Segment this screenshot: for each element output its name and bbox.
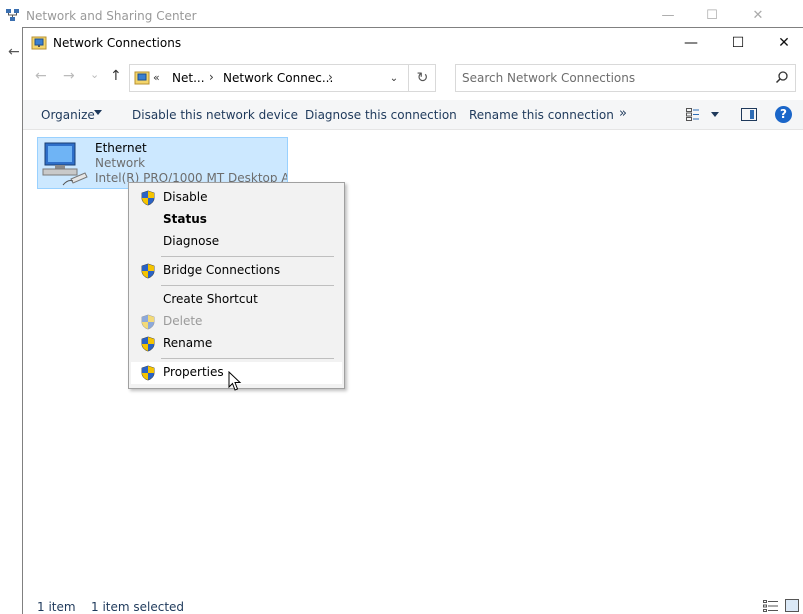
uac-shield-icon [141, 314, 155, 330]
network-connections-icon [31, 36, 47, 50]
breadcrumb-separator[interactable]: › [209, 70, 214, 84]
diagnose-connection-button[interactable]: Diagnose this connection [305, 108, 457, 122]
search-box[interactable] [455, 64, 796, 92]
maximize-button[interactable]: ☐ [715, 28, 761, 58]
search-icon[interactable] [775, 70, 789, 84]
background-window-title: Network and Sharing Center [26, 9, 197, 23]
connection-status: Network [95, 156, 146, 170]
more-commands-button[interactable]: » [619, 106, 627, 121]
uac-shield-icon [141, 190, 155, 206]
menu-item-label: Diagnose [163, 234, 220, 248]
menu-item-label: Create Shortcut [163, 292, 258, 306]
forward-button[interactable]: → [63, 68, 75, 84]
menu-item-label: Delete [163, 314, 203, 328]
recent-locations-button[interactable]: ⌄ [90, 68, 99, 81]
disable-device-button[interactable]: Disable this network device [132, 108, 298, 122]
background-back-button[interactable]: ← [8, 44, 20, 60]
menu-item-label: Disable [163, 190, 208, 204]
menu-item-label: Bridge Connections [163, 263, 281, 277]
close-button[interactable]: ✕ [761, 28, 803, 58]
background-close-button[interactable]: ✕ [735, 6, 781, 26]
menu-item-create-shortcut[interactable]: Create Shortcut [131, 289, 342, 311]
network-sharing-icon [6, 9, 19, 21]
menu-separator [161, 358, 334, 359]
up-button[interactable]: ↑ [110, 68, 122, 84]
menu-item-label: Rename [163, 336, 213, 350]
menu-separator [161, 285, 334, 286]
menu-item-label: Status [163, 212, 207, 226]
breadcrumb-network-connections[interactable]: Network Connec... [223, 71, 333, 85]
title-bar[interactable]: Network Connections — ☐ ✕ [23, 28, 803, 58]
context-menu: Disable Status Diagnose Bridge Connectio… [128, 182, 345, 389]
menu-item-status[interactable]: Status [131, 209, 342, 231]
breadcrumb-separator[interactable]: › [328, 70, 333, 84]
address-overflow-button[interactable]: « [153, 71, 160, 84]
search-input[interactable] [462, 69, 762, 87]
background-minimize-button[interactable]: — [645, 6, 691, 26]
chevron-down-icon[interactable] [94, 110, 102, 115]
connection-name: Ethernet [95, 141, 147, 155]
menu-item-bridge-connections[interactable]: Bridge Connections [131, 260, 342, 282]
window-title: Network Connections [53, 36, 182, 50]
menu-item-disable[interactable]: Disable [131, 187, 342, 209]
address-bar[interactable]: « Net... › Network Connec... › ⌄ ↻ [129, 64, 436, 92]
breadcrumb-network[interactable]: Net... [172, 71, 205, 85]
help-icon[interactable]: ? [775, 106, 792, 123]
menu-item-rename[interactable]: Rename [131, 333, 342, 355]
network-connections-icon [134, 71, 150, 85]
item-count: 1 item [37, 600, 76, 614]
menu-item-diagnose[interactable]: Diagnose [131, 231, 342, 253]
menu-item-delete: Delete [131, 311, 342, 333]
preview-pane-icon[interactable] [741, 108, 757, 121]
uac-shield-icon [141, 336, 155, 352]
status-bar: 1 item 1 item selected [23, 598, 803, 614]
back-button[interactable]: ← [35, 68, 47, 84]
mouse-pointer-icon [228, 371, 242, 391]
organize-button[interactable]: Organize [41, 108, 95, 122]
uac-shield-icon [141, 365, 155, 381]
change-view-icon[interactable] [686, 108, 700, 121]
chevron-down-icon[interactable] [711, 112, 719, 117]
menu-item-label: Properties [163, 365, 224, 379]
tiles-view-icon[interactable] [785, 599, 799, 612]
refresh-button[interactable]: ↻ [408, 65, 436, 91]
minimize-button[interactable]: — [668, 28, 714, 58]
rename-connection-button[interactable]: Rename this connection [469, 108, 614, 122]
selected-count: 1 item selected [91, 600, 185, 614]
details-view-icon[interactable] [763, 600, 779, 612]
command-bar: Organize Disable this network device Dia… [23, 100, 803, 130]
uac-shield-icon [141, 263, 155, 279]
background-maximize-button[interactable]: ☐ [689, 6, 735, 26]
network-adapter-icon [42, 142, 88, 186]
address-dropdown-button[interactable]: ⌄ [384, 69, 404, 89]
menu-separator [161, 256, 334, 257]
